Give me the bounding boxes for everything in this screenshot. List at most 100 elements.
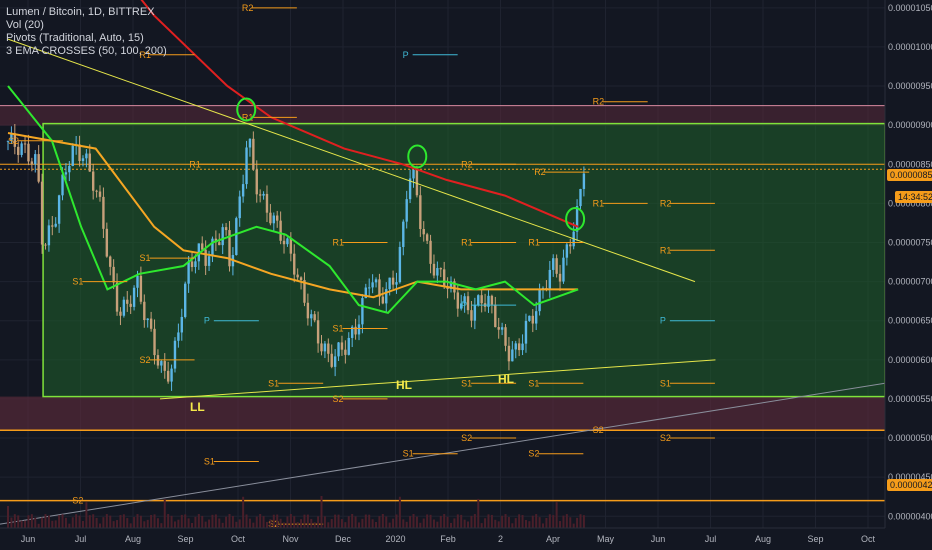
y-tick-label: 0.00000750 xyxy=(888,237,932,247)
volume-bar xyxy=(163,498,166,528)
volume-bar xyxy=(470,515,473,528)
volume-bar xyxy=(429,514,432,528)
volume-bar xyxy=(477,498,480,528)
candle-body xyxy=(429,240,432,264)
volume-bar xyxy=(327,522,330,528)
volume-bar xyxy=(88,515,91,528)
pivot-label: S2 xyxy=(593,425,604,435)
candle-body xyxy=(514,343,517,350)
pivot-label: S1 xyxy=(461,378,472,388)
pivot-label: S2 xyxy=(332,394,343,404)
candle-body xyxy=(112,266,115,283)
candle-body xyxy=(477,295,480,306)
volume-bar xyxy=(95,517,98,528)
volume-bar xyxy=(310,518,313,528)
y-tick-label: 0.00000500 xyxy=(888,433,932,443)
pivot-label: S1 xyxy=(332,324,343,334)
candle-body xyxy=(569,244,572,247)
volume-bar xyxy=(51,520,54,528)
volume-bar xyxy=(361,518,364,528)
volume-bar xyxy=(473,514,476,528)
candle-body xyxy=(98,191,102,197)
pivot-label: P xyxy=(461,300,467,310)
candle-body xyxy=(95,190,98,192)
volume-bar xyxy=(347,516,350,528)
candle-body xyxy=(78,144,81,162)
candle-body xyxy=(333,356,337,367)
volume-bar xyxy=(422,518,425,528)
volume-bar xyxy=(276,514,279,528)
volume-bar xyxy=(143,521,146,528)
chart-legend: Lumen / Bitcoin, 1D, BITTREX Vol (20) Pi… xyxy=(6,6,167,58)
volume-bar xyxy=(320,496,323,528)
candle-body xyxy=(224,227,228,231)
pivot-label: R1 xyxy=(189,159,201,169)
volume-bar xyxy=(102,517,105,528)
candle-body xyxy=(235,218,238,256)
volume-bar xyxy=(245,514,248,528)
volume-bar xyxy=(139,515,142,528)
candle-body xyxy=(238,196,241,219)
y-tick-label: 0.00000400 xyxy=(888,511,932,521)
volume-bar xyxy=(228,514,231,528)
candle-body xyxy=(524,320,528,344)
candle-body xyxy=(221,227,224,246)
candle-body xyxy=(473,305,477,321)
y-tick-label: 0.00001050 xyxy=(888,3,932,13)
volume-bar xyxy=(300,519,303,528)
candle-body xyxy=(136,275,139,288)
legend-symbol-title[interactable]: Lumen / Bitcoin, 1D, BITTREX xyxy=(6,6,167,19)
volume-bar xyxy=(211,514,214,528)
volume-bar xyxy=(504,514,507,528)
volume-bar xyxy=(296,522,299,528)
pivot-label: S2 xyxy=(660,433,671,443)
candle-body xyxy=(126,299,129,304)
candle-body xyxy=(494,304,497,328)
legend-ema[interactable]: 3 EMA CROSSES (50, 100, 200) xyxy=(6,45,167,58)
candle-body xyxy=(347,337,350,355)
volume-bar xyxy=(524,519,527,528)
volume-bar xyxy=(337,514,340,528)
volume-bar xyxy=(248,518,251,528)
candle-body xyxy=(88,153,91,172)
volume-bar xyxy=(572,523,575,528)
legend-volume[interactable]: Vol (20) xyxy=(6,19,167,32)
candle-body xyxy=(490,295,494,305)
candle-body xyxy=(340,342,344,350)
price-chart[interactable]: R2S2R1 PR2R1R1 R2R2R1 R2S1R1 R1 R1R1S1PPPS1S2… xyxy=(0,0,932,550)
volume-bar xyxy=(514,518,517,528)
candle-body xyxy=(504,327,507,346)
candle-body xyxy=(306,302,310,319)
candle-body xyxy=(436,268,439,276)
x-tick-label: Oct xyxy=(861,534,876,544)
volume-bar xyxy=(531,515,534,528)
legend-pivots[interactable]: Pivots (Traditional, Auto, 15) xyxy=(6,32,167,45)
volume-bar xyxy=(364,514,367,528)
volume-bar xyxy=(432,519,435,528)
volume-bar xyxy=(323,516,326,528)
volume-bar xyxy=(170,515,173,528)
volume-bar xyxy=(357,522,360,528)
volume-bar xyxy=(528,521,531,528)
y-tick-label: 0.00000850 xyxy=(888,159,932,169)
candle-body xyxy=(497,327,500,330)
candle-body xyxy=(405,199,408,222)
candle-body xyxy=(30,161,34,165)
volume-bar xyxy=(126,518,129,528)
pivot-label: S1 xyxy=(72,277,83,287)
candle-body xyxy=(279,220,282,241)
x-tick-label: Jun xyxy=(651,534,666,544)
volume-bar xyxy=(388,522,391,528)
volume-bar xyxy=(116,520,119,528)
candle-body xyxy=(173,340,177,369)
x-tick-label: Sep xyxy=(807,534,823,544)
volume-bar xyxy=(54,520,57,528)
x-tick-label: Jun xyxy=(21,534,36,544)
volume-bar xyxy=(231,516,234,528)
candle-body xyxy=(531,315,534,324)
volume-bar xyxy=(375,521,378,528)
candle-body xyxy=(293,253,296,275)
volume-bar xyxy=(552,515,555,528)
candle-body xyxy=(552,258,555,270)
candle-body xyxy=(37,154,40,182)
